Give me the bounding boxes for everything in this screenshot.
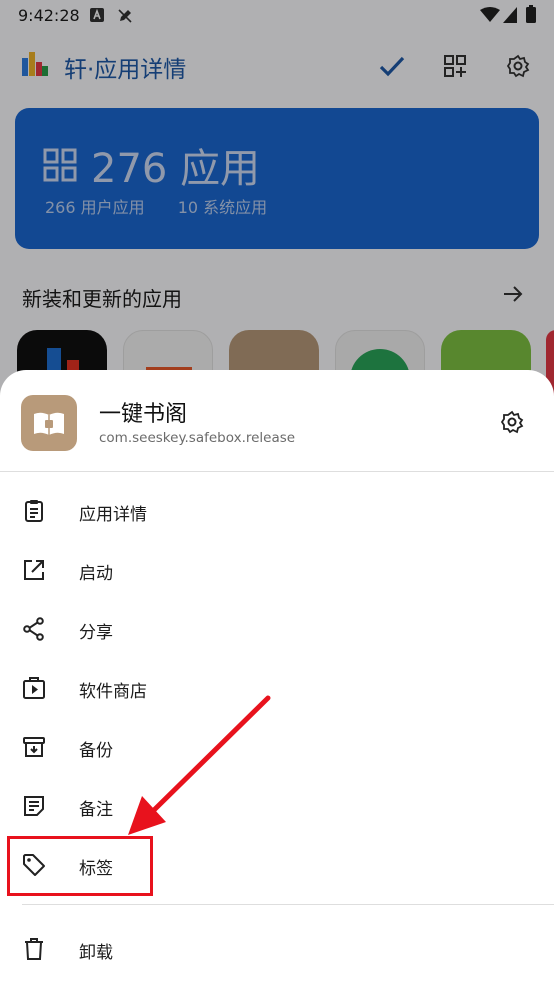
- menu-divider: [22, 904, 554, 905]
- menu-item-app-store[interactable]: 软件商店: [0, 659, 554, 717]
- menu-item-label: 启动: [79, 564, 113, 584]
- archive-icon: [23, 737, 45, 757]
- menu-item-label: 软件商店: [79, 682, 147, 702]
- menu-item-app-details[interactable]: 应用详情: [0, 482, 554, 540]
- package-name: com.seeskey.safebox.release: [99, 430, 296, 446]
- menu-item-note[interactable]: 备注: [0, 777, 554, 835]
- menu-item-label: 卸载: [79, 943, 113, 963]
- menu-item-label: 应用详情: [79, 505, 147, 525]
- book-icon: [34, 412, 64, 435]
- annotation-highlight-box: [7, 836, 153, 896]
- app-name: 一键书阁: [99, 402, 188, 427]
- share-icon: [23, 617, 44, 641]
- menu-item-backup[interactable]: 备份: [0, 718, 554, 776]
- menu-item-launch[interactable]: 启动: [0, 541, 554, 599]
- open-external-icon: [24, 560, 44, 580]
- gear-icon: [500, 410, 524, 434]
- menu-item-label: 备注: [79, 800, 113, 820]
- trash-icon: [25, 938, 43, 960]
- menu-item-uninstall[interactable]: 卸载: [0, 920, 554, 978]
- app-icon: [21, 395, 77, 451]
- app-settings-button[interactable]: [494, 404, 530, 440]
- header-divider: [0, 471, 554, 472]
- store-icon: [23, 677, 45, 699]
- menu-item-label: 分享: [79, 623, 113, 643]
- note-icon: [24, 796, 44, 816]
- menu-item-label: 备份: [79, 741, 113, 761]
- menu-item-share[interactable]: 分享: [0, 600, 554, 658]
- clipboard-icon: [25, 500, 43, 522]
